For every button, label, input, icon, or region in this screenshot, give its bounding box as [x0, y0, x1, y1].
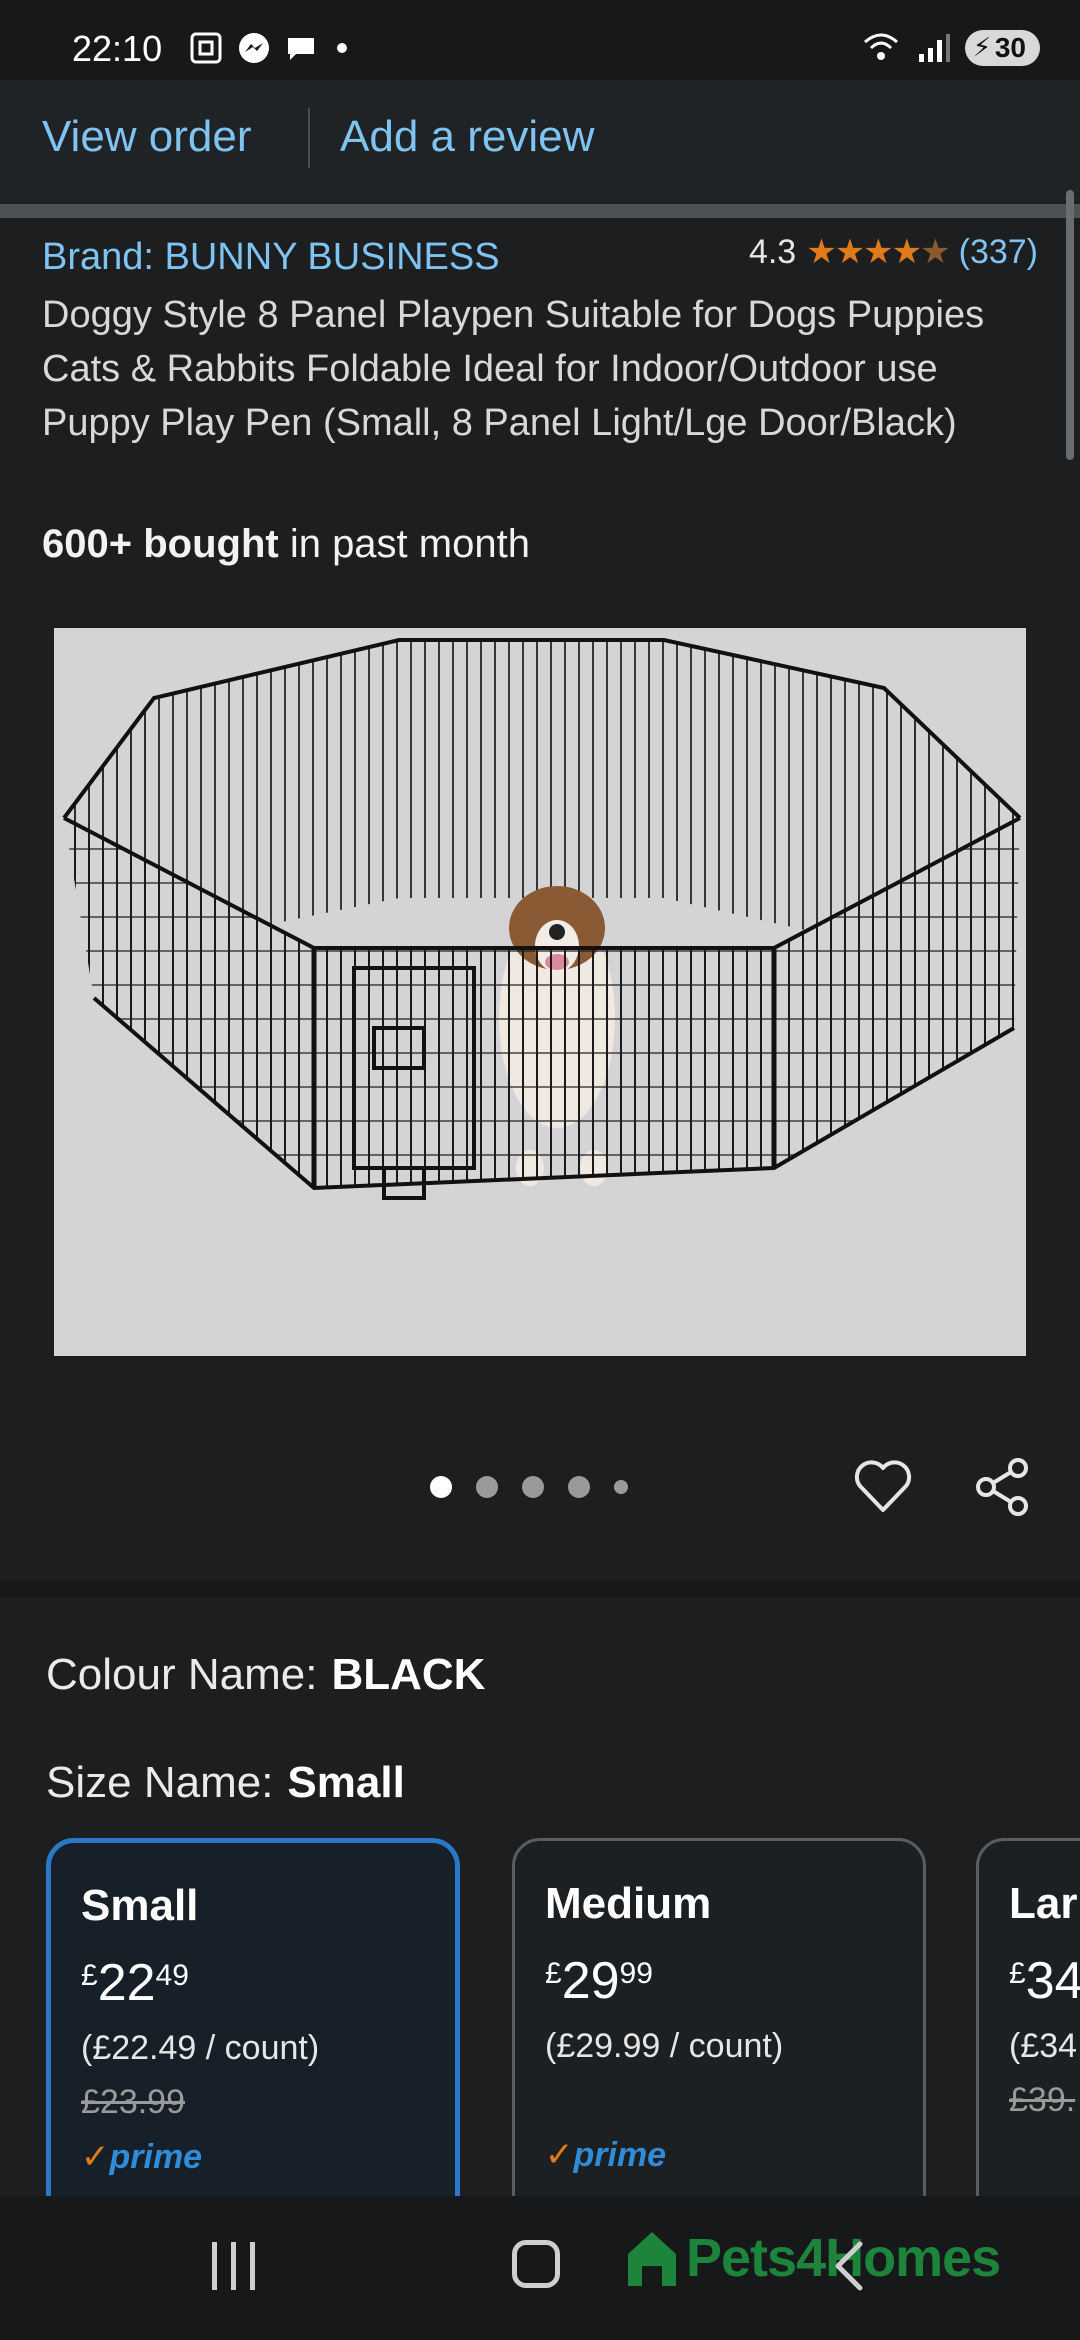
unit-price: (£22.49 / count)	[81, 2029, 320, 2067]
view-order-link[interactable]: View order	[42, 112, 252, 162]
prime-check-icon: ✓	[545, 2136, 574, 2174]
pagination-dot-2[interactable]	[476, 1476, 498, 1498]
prime-badge: ✓prime	[81, 2137, 202, 2177]
battery-indicator: ⚡ 30	[964, 30, 1040, 66]
share-icon[interactable]	[970, 1454, 1036, 1520]
chat-icon	[288, 38, 314, 60]
system-nav-bar: Pets4Homes	[0, 2196, 1080, 2340]
image-pagination[interactable]	[430, 1476, 628, 1498]
heart-icon[interactable]	[850, 1454, 916, 1520]
recent-apps-icon[interactable]	[212, 2242, 255, 2290]
colour-label: Colour Name:	[46, 1650, 318, 1699]
pagination-dot-5[interactable]	[614, 1480, 628, 1494]
price-currency: £	[81, 1959, 98, 1992]
option-price: £2249	[81, 1953, 189, 2013]
signal-icon	[918, 34, 950, 62]
price-fraction: 99	[619, 1957, 653, 1990]
size-name-row: Size Name: Small	[46, 1758, 405, 1808]
system-icons: ⚡ 30	[861, 30, 1040, 66]
size-option-medium[interactable]: Medium £2999 (£29.99 / count) ✓prime	[512, 1838, 926, 2258]
pets4homes-logo-icon	[628, 2232, 676, 2286]
prime-label: prime	[109, 2138, 203, 2176]
status-time: 22:10	[72, 28, 163, 69]
product-image[interactable]	[54, 628, 1026, 1356]
bought-count-bold: 600+ bought	[42, 522, 279, 566]
notification-icons	[188, 30, 352, 66]
colour-value: BLACK	[331, 1650, 486, 1699]
price-currency: £	[545, 1957, 562, 1990]
price-whole: 29	[561, 1952, 620, 2010]
charging-icon: ⚡	[972, 32, 992, 62]
colour-name-row: Colour Name: BLACK	[46, 1650, 485, 1700]
bought-count: 600+ bought in past month	[42, 522, 530, 567]
unit-price: (£29.99 / count)	[545, 2027, 784, 2065]
screenshot-icon	[190, 32, 222, 64]
add-review-link[interactable]: Add a review	[340, 112, 594, 162]
back-icon[interactable]	[820, 2236, 880, 2296]
divider	[308, 108, 310, 168]
list-price: £23.99	[81, 2083, 185, 2121]
rating-value: 4.3	[748, 232, 797, 271]
list-price: £39.	[1009, 2081, 1076, 2119]
price-fraction: 49	[155, 1959, 189, 1992]
scrollbar[interactable]	[1066, 190, 1074, 460]
size-value: Small	[287, 1758, 405, 1807]
pagination-dot-4[interactable]	[568, 1476, 590, 1498]
dot-icon	[337, 43, 347, 53]
prime-check-icon: ✓	[81, 2138, 110, 2176]
option-name: Small	[81, 1881, 199, 1930]
review-count[interactable]: (337)	[959, 233, 1038, 272]
status-bar: 22:10 ⚡ 30	[0, 0, 1080, 80]
home-icon[interactable]	[512, 2240, 560, 2288]
pets4homes-watermark: Pets4Homes	[624, 2226, 1001, 2290]
price-currency: £	[1009, 1957, 1026, 1990]
brand-link[interactable]: Brand: BUNNY BUSINESS	[42, 236, 500, 279]
pagination-dot-3[interactable]	[522, 1476, 544, 1498]
option-name: Lar	[1009, 1879, 1078, 1928]
product-title: Doggy Style 8 Panel Playpen Suitable for…	[42, 294, 985, 444]
pagination-dot-1[interactable]	[430, 1476, 452, 1498]
option-price: £2999	[545, 1951, 653, 2011]
battery-level: 30	[994, 32, 1026, 63]
star-rating-icon: ★★★★★	[806, 233, 950, 271]
section-divider	[0, 1580, 1080, 1598]
wifi-icon	[863, 33, 898, 60]
price-whole: 22	[97, 1954, 156, 2012]
rating-summary[interactable]: 4.3 ★★★★★ (337)	[749, 232, 1038, 272]
size-option-small[interactable]: Small £2249 (£22.49 / count) £23.99 ✓pri…	[46, 1838, 460, 2258]
section-separator	[0, 204, 1080, 218]
messenger-icon	[239, 33, 269, 63]
size-option-large[interactable]: Lar £34 (£34 £39.	[976, 1838, 1080, 2258]
bought-count-suffix: in past month	[278, 522, 530, 566]
playpen-image	[62, 638, 1022, 1200]
prime-badge: ✓prime	[545, 2135, 666, 2175]
option-name: Medium	[545, 1879, 712, 1928]
option-price: £34	[1009, 1951, 1080, 2011]
order-bar: View order Add a review	[0, 80, 1080, 202]
prime-label: prime	[573, 2136, 667, 2174]
unit-price: (£34	[1009, 2027, 1078, 2065]
size-label: Size Name:	[46, 1758, 274, 1807]
price-whole: 34	[1025, 1952, 1080, 2010]
